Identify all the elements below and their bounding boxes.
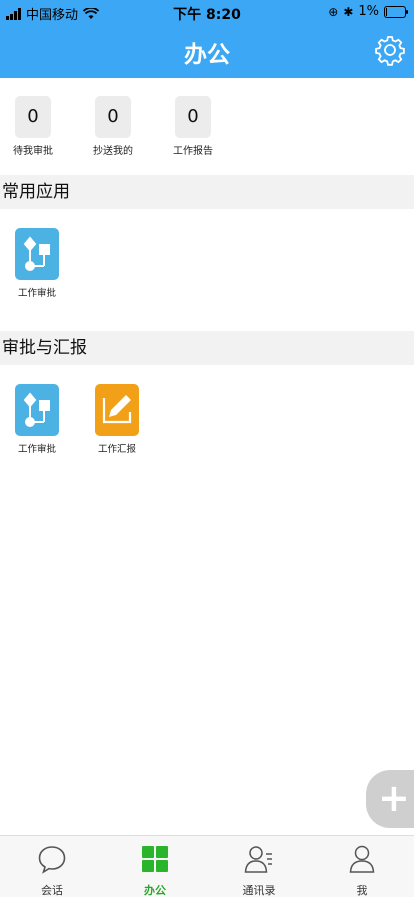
edit-icon (95, 384, 139, 436)
contacts-icon (244, 846, 272, 873)
flowchart-icon (15, 228, 59, 280)
app-work-report[interactable]: 工作汇报 (82, 384, 152, 455)
stat-pending-approval[interactable]: 0 待我审批 (0, 96, 73, 157)
add-button[interactable]: + (366, 770, 414, 828)
stat-cc-me[interactable]: 0 抄送我的 (73, 96, 153, 157)
section-title: 审批与汇报 (2, 338, 87, 358)
bluetooth-icon: ✱ (343, 4, 354, 19)
status-bar: 中国移动 下午 8:20 ⊕ ✱ 1% (0, 0, 414, 26)
battery-percent: 1% (358, 4, 379, 19)
stat-work-report[interactable]: 0 工作报告 (153, 96, 233, 157)
stats-panel: 0 待我审批 0 抄送我的 0 工作报告 (0, 78, 414, 174)
app-work-approval[interactable]: 工作审批 (2, 228, 72, 299)
plus-icon: + (378, 776, 410, 820)
stat-label: 抄送我的 (93, 146, 133, 157)
stat-count: 0 (95, 96, 131, 138)
section-header-common: 常用应用 (0, 175, 414, 209)
tab-bar: 会话 办公 通讯录 我 (0, 835, 414, 897)
gear-icon[interactable] (374, 34, 406, 66)
battery-icon (384, 5, 408, 18)
stat-label: 工作报告 (173, 146, 213, 157)
tab-me[interactable]: 我 (322, 844, 402, 898)
app-label: 工作汇报 (97, 444, 136, 455)
stat-count: 0 (175, 96, 211, 138)
nav-bar: 办公 (0, 26, 414, 78)
section-title: 常用应用 (2, 182, 70, 202)
person-icon (349, 845, 375, 873)
app-label: 工作审批 (17, 288, 56, 299)
grid-icon (142, 846, 168, 872)
page-title: 办公 (184, 42, 230, 68)
tab-office[interactable]: 办公 (115, 844, 195, 898)
tab-chat[interactable]: 会话 (12, 844, 92, 898)
section-header-approval-report: 审批与汇报 (0, 331, 414, 365)
app-work-approval[interactable]: 工作审批 (2, 384, 72, 455)
stat-count: 0 (15, 96, 51, 138)
flowchart-icon (15, 384, 59, 436)
chat-icon (38, 846, 66, 874)
status-right: ⊕ ✱ 1% (328, 4, 408, 19)
stat-label: 待我审批 (13, 146, 53, 157)
lock-rotation-icon: ⊕ (328, 4, 339, 19)
app-label: 工作审批 (17, 444, 56, 455)
tab-contacts[interactable]: 通讯录 (219, 844, 299, 898)
